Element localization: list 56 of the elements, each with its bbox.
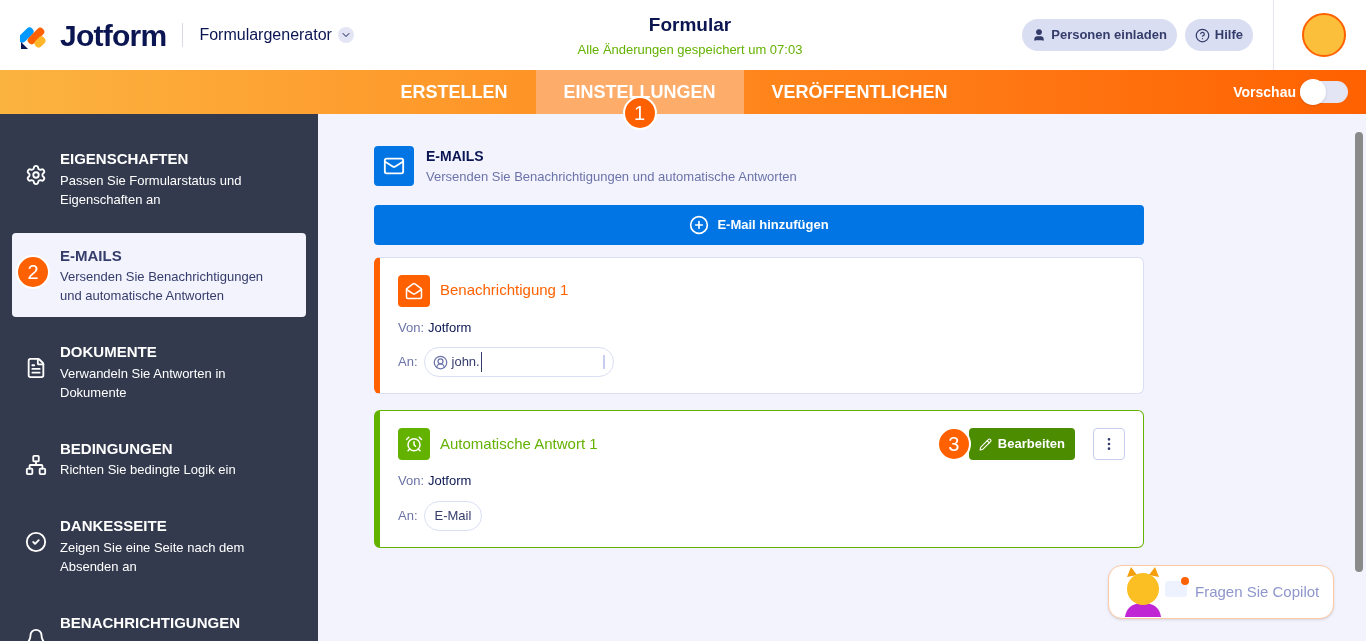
sidebar-item-description: Passen Sie Formularstatus und Eigenschaften an bbox=[60, 171, 243, 209]
sidebar-item-description: Verwandeln Sie Antworten in Dokumente bbox=[60, 364, 227, 402]
envelope-icon bbox=[398, 274, 430, 307]
section-description: Versenden Sie Benachrichtigungen und automatische Antworten bbox=[426, 168, 797, 186]
sidebar-item-title: E-MAILS bbox=[60, 245, 123, 266]
step-number-badge: 3 bbox=[936, 427, 971, 461]
plus-icon bbox=[689, 214, 710, 235]
sidebar-item-title: DOKUMENTE bbox=[60, 342, 158, 362]
step-number-badge: 2 bbox=[16, 254, 50, 289]
gear-icon bbox=[25, 164, 47, 186]
preview-label: Vorschau bbox=[1233, 82, 1296, 102]
check-icon bbox=[25, 531, 47, 553]
logo-text: Jotform bbox=[60, 17, 167, 54]
add-email-button[interactable]: E-Mail hinzufügen bbox=[374, 204, 1144, 245]
builder-dropdown[interactable]: Formulargenerator bbox=[199, 23, 354, 47]
sidebar-item-title: DANKESSEITE bbox=[60, 516, 168, 536]
sidebar-item[interactable]: DANKESSEITE Zeigen Sie eine Seite nach dem Absenden an bbox=[12, 503, 306, 588]
mail-icon bbox=[374, 146, 414, 187]
form-title: Formular bbox=[648, 13, 732, 37]
from-label: Von: bbox=[398, 472, 425, 490]
from-label: Von: bbox=[398, 318, 425, 337]
sidebar-item-title: BENACHRICHTIGUNGEN bbox=[60, 612, 240, 633]
from-value: Jotform bbox=[428, 318, 472, 337]
to-label: An: bbox=[398, 506, 418, 525]
document-icon bbox=[25, 357, 47, 379]
tree-icon bbox=[25, 453, 47, 476]
chevron-icon bbox=[337, 27, 354, 43]
to-label: An: bbox=[398, 353, 418, 372]
person-icon bbox=[432, 354, 448, 370]
sidebar-item[interactable]: DOKUMENTE Verwandeln Sie Antworten in Dokumente bbox=[12, 329, 306, 414]
sidebar-item-description: Zeigen Sie eine Seite nach dem Absenden an bbox=[60, 538, 246, 576]
save-status: Alle Änderungen gespeichert um 07:03 bbox=[577, 40, 803, 59]
sidebar-item[interactable]: BEDINGUNGEN Richten Sie bedingte Logik ein bbox=[12, 425, 306, 491]
help-button[interactable]: Hilfe bbox=[1184, 19, 1253, 51]
sidebar-item-description: Versenden Sie Benachrichtigungen und automatische Antworten bbox=[60, 268, 265, 305]
sidebar-item[interactable]: 2 E-MAILS Versenden Sie Benachrichtigungen und automatische Antworten bbox=[12, 232, 306, 317]
sidebar-item[interactable]: EIGENSCHAFTEN Passen Sie Formularstatus und Eigenschaften an bbox=[12, 136, 306, 221]
email-title: Automatische Antwort 1 bbox=[440, 433, 599, 454]
invite-button[interactable]: Personen einladen bbox=[1022, 19, 1177, 51]
sidebar-item[interactable]: BENACHRICHTIGUNGEN bbox=[12, 599, 306, 641]
more-button[interactable] bbox=[1093, 428, 1125, 460]
preview-toggle[interactable] bbox=[1300, 81, 1348, 103]
avatar[interactable] bbox=[1302, 13, 1346, 57]
sidebar-item-title: EIGENSCHAFTEN bbox=[60, 149, 190, 169]
email-title: Benachrichtigung 1 bbox=[440, 280, 570, 301]
section-title: E-MAILS bbox=[426, 147, 485, 166]
copilot-label: Fragen Sie Copilot bbox=[1195, 581, 1320, 602]
scrollbar-thumb[interactable] bbox=[1355, 132, 1363, 572]
sidebar-item-title: BEDINGUNGEN bbox=[60, 438, 174, 459]
alarm-clock-icon bbox=[398, 428, 430, 460]
person-icon bbox=[1032, 28, 1047, 42]
from-value: Jotform bbox=[428, 472, 472, 490]
sidebar-item-description: Richten Sie bedingte Logik ein bbox=[60, 461, 237, 479]
edit-button[interactable]: Bearbeiten bbox=[968, 428, 1075, 460]
help-icon bbox=[1194, 27, 1210, 43]
pencil-icon bbox=[978, 437, 992, 451]
